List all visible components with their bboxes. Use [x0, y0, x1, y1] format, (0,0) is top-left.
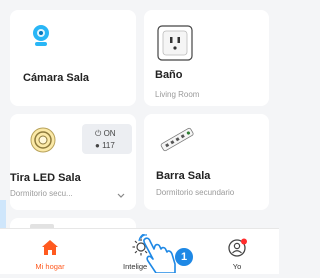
device-title: Cámara Sala: [23, 72, 90, 84]
device-card-led[interactable]: ⏻ ON ● 117 Tira LED Sala Dormitorio secu…: [10, 114, 136, 210]
device-card-plug[interactable]: Baño Living Room: [144, 10, 269, 106]
profile-icon: [228, 238, 248, 263]
device-card-camera[interactable]: Cámara Sala: [10, 10, 136, 106]
device-card-strip[interactable]: Barra Sala Dormitorio secundario: [144, 114, 269, 210]
chevron-down-icon[interactable]: [117, 186, 125, 204]
power-status: ⏻ ON: [95, 129, 116, 138]
status-badge[interactable]: ⏻ ON ● 117: [82, 124, 132, 154]
led-strip-icon: [29, 126, 57, 159]
tab-home[interactable]: Mi hogar: [15, 229, 85, 274]
device-title: Baño: [155, 69, 183, 81]
device-title: Tira LED Sala: [10, 172, 81, 184]
step-number: 1: [180, 251, 188, 263]
device-room: Living Room: [155, 90, 200, 99]
home-icon: [41, 239, 59, 261]
step-marker: 1: [175, 248, 193, 266]
tab-label: Mi hogar: [35, 262, 65, 271]
device-title: Barra Sala: [156, 170, 211, 182]
tap-hand-icon: [138, 232, 178, 278]
power-strip-icon: [158, 122, 198, 161]
camera-icon: [30, 23, 52, 54]
smart-plug-icon: [157, 25, 193, 66]
tab-profile[interactable]: Yo: [202, 229, 272, 274]
value-status: ● 117: [95, 141, 115, 150]
tab-label: Yo: [232, 262, 242, 271]
device-room: Dormitorio secu...: [10, 189, 73, 198]
device-room: Dormitorio secundario: [156, 188, 235, 197]
